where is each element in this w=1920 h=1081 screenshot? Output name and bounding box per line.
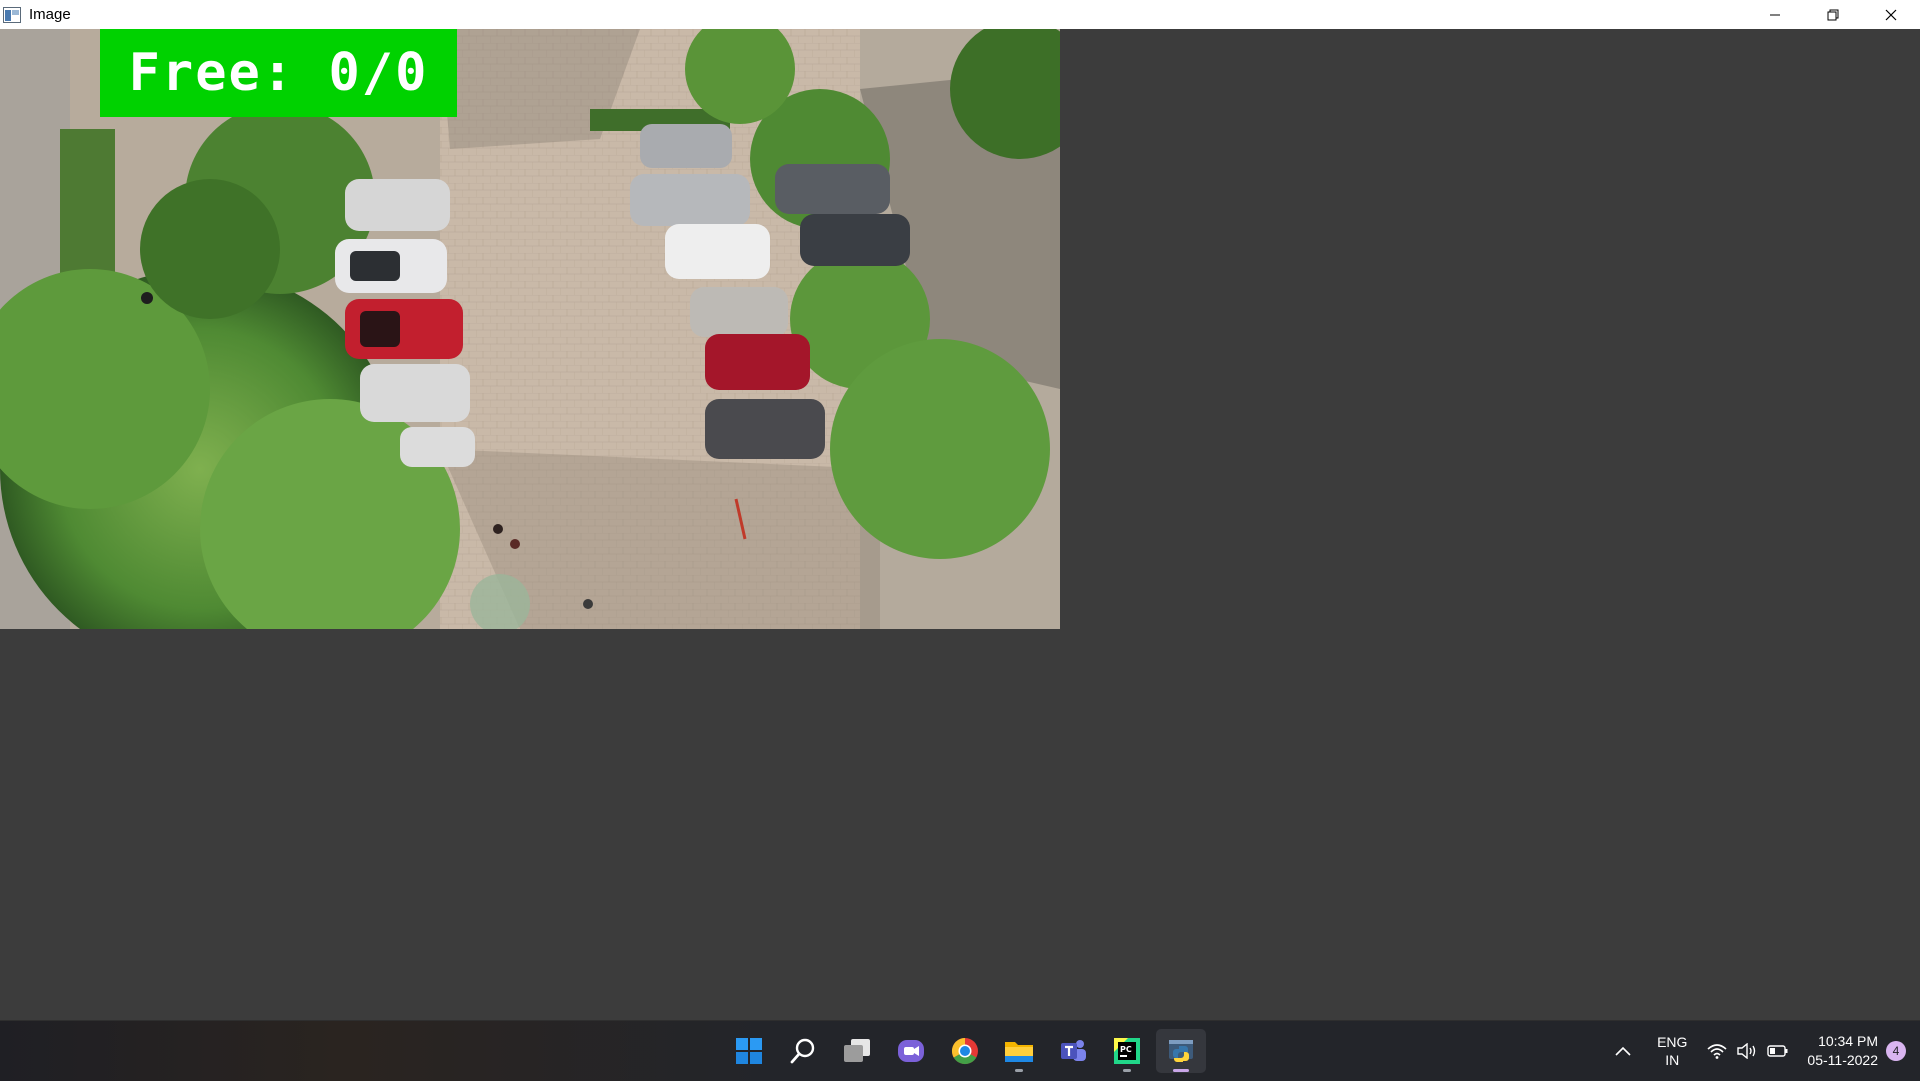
input-language-indicator[interactable]: ENG IN xyxy=(1657,1033,1687,1069)
task-view-button[interactable] xyxy=(832,1029,882,1073)
taskbar: PC ENG IN 10:34 PM 05-11-2022 4 xyxy=(0,1020,1920,1081)
app-window-icon xyxy=(3,6,21,23)
search-button[interactable] xyxy=(778,1029,828,1073)
clock-time: 10:34 PM xyxy=(1818,1033,1878,1049)
chevron-up-icon xyxy=(1615,1046,1631,1056)
minimize-icon xyxy=(1770,14,1780,15)
python-button[interactable] xyxy=(1156,1029,1206,1073)
show-hidden-icons-button[interactable] xyxy=(1611,1039,1635,1063)
clock[interactable]: 10:34 PM 05-11-2022 xyxy=(1807,1032,1878,1070)
parking-lot-frame xyxy=(0,29,1060,629)
quick-settings[interactable] xyxy=(1707,1043,1789,1059)
volume-icon xyxy=(1737,1043,1757,1059)
clock-date: 05-11-2022 xyxy=(1807,1052,1878,1068)
image-canvas: Free: 0/0 xyxy=(0,29,1920,1020)
teams-button[interactable] xyxy=(1048,1029,1098,1073)
minimize-button[interactable] xyxy=(1746,0,1804,29)
pycharm-button[interactable]: PC xyxy=(1102,1029,1152,1073)
window-title: Image xyxy=(29,6,71,23)
wifi-icon xyxy=(1707,1043,1727,1059)
language-code: ENG xyxy=(1657,1034,1688,1050)
video-chat-icon xyxy=(898,1040,924,1062)
title-bar: Image xyxy=(0,0,1920,29)
chat-button[interactable] xyxy=(886,1029,936,1073)
pycharm-icon: PC xyxy=(1114,1038,1140,1064)
running-indicator xyxy=(1015,1069,1023,1072)
restore-icon xyxy=(1827,9,1839,20)
taskbar-apps: PC xyxy=(722,1029,1208,1073)
region-code: IN xyxy=(1665,1052,1680,1068)
chrome-button[interactable] xyxy=(940,1029,990,1073)
free-spots-text: Free: 0/0 xyxy=(128,43,429,103)
system-tray: ENG IN 10:34 PM 05-11-2022 4 xyxy=(1611,1021,1920,1081)
close-icon xyxy=(1885,9,1897,20)
chrome-icon xyxy=(951,1037,978,1065)
active-indicator xyxy=(1173,1069,1189,1072)
running-indicator xyxy=(1123,1069,1131,1072)
task-view-icon xyxy=(844,1039,870,1062)
restore-button[interactable] xyxy=(1804,0,1862,29)
folder-icon xyxy=(1005,1042,1033,1062)
window-controls xyxy=(1746,0,1920,29)
python-icon xyxy=(1169,1040,1193,1062)
notification-badge[interactable]: 4 xyxy=(1886,1041,1906,1061)
close-button[interactable] xyxy=(1862,0,1920,29)
free-spots-counter: Free: 0/0 xyxy=(100,29,457,117)
teams-icon xyxy=(1061,1040,1086,1061)
windows-logo-icon xyxy=(736,1038,762,1064)
file-explorer-button[interactable] xyxy=(994,1029,1044,1073)
svg-text:PC: PC xyxy=(1120,1045,1132,1054)
start-button[interactable] xyxy=(724,1029,774,1073)
battery-icon xyxy=(1767,1044,1789,1058)
search-icon xyxy=(790,1038,815,1064)
